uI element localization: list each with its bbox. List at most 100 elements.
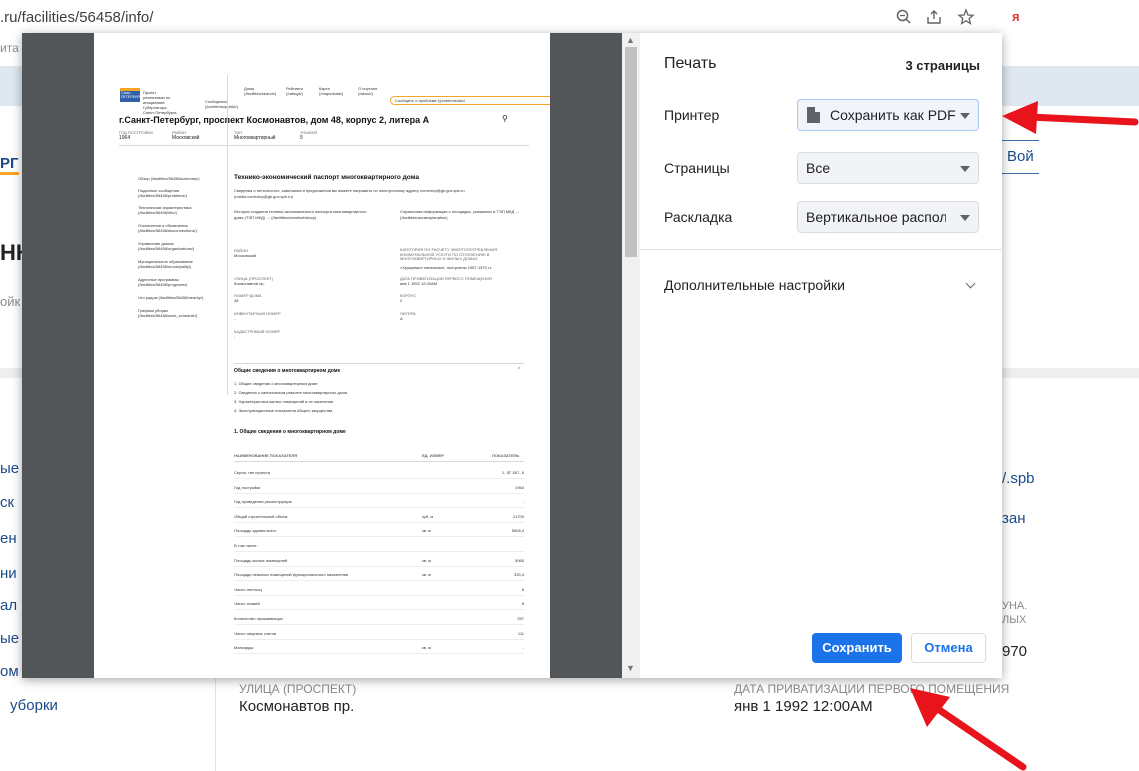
sidebar-link[interactable]: Поданные сообщения (/facilities/56458/pr… [138, 188, 224, 198]
table-cell-value: - [522, 499, 524, 505]
star-icon[interactable] [957, 8, 977, 28]
browser-toolbar: .ru/facilities/56458/info/ я [0, 0, 1139, 36]
table-row-divider [234, 492, 524, 494]
table-row-divider [234, 565, 524, 567]
sidebar-link[interactable]: Обзор (/facilities/56458/summary/) [138, 176, 224, 181]
settings-divider [640, 249, 1002, 250]
share-icon[interactable] [925, 8, 945, 28]
scroll-up-icon[interactable]: ▲ [626, 35, 635, 45]
table-row-divider [234, 580, 524, 582]
field-value: - [234, 334, 236, 339]
sidebar-link[interactable]: Адресные программы (/facilities/56458/pr… [138, 277, 224, 287]
table-cell-name: Год постройки [234, 484, 261, 490]
sidebar-link[interactable]: Техническая характеристика (/facilities/… [138, 205, 224, 215]
table-cell-unit: кв. м [422, 645, 431, 651]
address-bar[interactable]: .ru/facilities/56458/info/ [0, 9, 153, 26]
search-icon[interactable]: ⚲ [502, 114, 508, 123]
table-cell-name: Год проведения реконструкции [234, 499, 292, 505]
more-settings-toggle[interactable]: Дополнительные настройки [664, 277, 845, 293]
preview-scrollbar[interactable]: ▲ ▼ [622, 33, 640, 678]
table-row-divider [234, 536, 524, 538]
sidebar-link[interactable]: Управление домом (/facilities/56458/orga… [138, 241, 224, 251]
table-cell-value: 333,4 [513, 572, 524, 578]
table-cell-value: 111 [517, 630, 524, 636]
save-button[interactable]: Сохранить [812, 633, 902, 663]
field-value: - [234, 316, 236, 321]
table-cell-value: 1- ЛГ-507- 6 [501, 470, 524, 475]
area-link[interactable]: Справочная информация о площадях, указан… [400, 209, 520, 220]
pages-select[interactable]: Все [797, 152, 979, 184]
table-row-divider [234, 609, 524, 611]
nav-item[interactable]: О портале (/about/) [358, 86, 382, 96]
field-value: 2 [400, 298, 403, 303]
meta-value: Московский [172, 135, 200, 141]
scrollbar-thumb[interactable] [625, 47, 637, 257]
general-title: Общие сведения о многоквартирном доме [234, 368, 341, 374]
sidebar-link[interactable]: Отключения и объявления (/facilities/564… [138, 223, 224, 233]
layout-select[interactable]: Вертикальное расположение [797, 201, 979, 233]
nav-item[interactable]: Дома (/facilities/search/) [244, 86, 279, 96]
table-cell-unit: кв. м [422, 572, 431, 578]
layout-value: Вертикальное расположение [806, 209, 946, 225]
yandex-icon[interactable]: я [1012, 9, 1020, 24]
general-list-item[interactable]: 2. Сведения о капитальном ремонте многок… [234, 390, 347, 395]
collapse-icon[interactable]: ^ [518, 367, 520, 373]
report-problem-button[interactable]: Сообщить о проблеме (/problems/add [390, 96, 550, 105]
divider [119, 145, 529, 146]
general-list-item[interactable]: 4. Эксплуатационные показатели общего им… [234, 408, 332, 413]
table-cell-name: Количество проживающих [234, 616, 283, 621]
table-row-divider [234, 624, 524, 625]
red-arrow-save [910, 688, 1027, 771]
nav-item[interactable]: Рейтинги (/ratings/) [286, 86, 310, 96]
table-cell-name: В том числе: [234, 543, 258, 548]
zoom-icon[interactable] [895, 8, 915, 28]
print-title: Печать [664, 55, 717, 72]
field-value: А [400, 316, 403, 321]
table-cell-name: Площадь здания всего [234, 528, 277, 534]
pages-value: Все [806, 160, 831, 176]
table-cell-value: - [522, 645, 524, 651]
table-cell-name: Число этажей [234, 601, 260, 607]
chevron-down-icon [960, 166, 970, 172]
passport-note: Сведения о неточностях, замечания и пред… [234, 188, 465, 199]
table-row-divider [234, 551, 524, 552]
field-value: «Хрущевки» панельные, построены 1957-197… [400, 265, 493, 270]
table-header: ЕД. ИЗМЕР. [422, 453, 445, 458]
table-cell-value: 5065 [515, 557, 524, 563]
page-address-title: г.Санкт-Петербург, проспект Космонавтов,… [119, 115, 430, 125]
chevron-down-icon [960, 215, 970, 221]
table-cell-unit: кв. м [422, 557, 431, 563]
table-cell-name: Площадь жилых помещений [234, 557, 288, 563]
table-header: НАИМЕНОВАНИЕ ПОКАЗАТЕЛЯ [234, 453, 298, 458]
table-row-divider [234, 653, 524, 655]
sidebar-link[interactable]: Муниципальное образование (/facilities/5… [138, 259, 224, 269]
table-row-divider [234, 638, 524, 640]
cancel-button[interactable]: Отмена [911, 633, 986, 663]
nav-item[interactable]: Карта (/maps/stats/) [319, 86, 343, 96]
table-row-divider [234, 521, 524, 523]
general-list-item[interactable]: 3. Характеристика жилых помещений и их з… [234, 399, 333, 404]
chevron-down-icon[interactable] [965, 278, 976, 289]
history-link[interactable]: История создания технико-экономического … [234, 209, 374, 220]
red-arrow-printer [1002, 101, 1139, 134]
field-value: Космонавтов пр. [234, 281, 265, 286]
field-value: Московский [234, 253, 256, 258]
table-cell-name: Число лестниц [234, 586, 262, 592]
table-cell-value: 5906,4 [511, 528, 524, 534]
field-value: 48 [234, 298, 239, 303]
nav-item[interactable]: Сообщения (/problems/public/) [205, 99, 238, 109]
table-cell-name: Мансарды [234, 645, 254, 651]
table-cell-name: Серия, тип проекта [234, 470, 270, 475]
general-list-item[interactable]: 1. Общие сведения о многоквартирном доме [234, 381, 318, 386]
table-row-divider [234, 594, 524, 596]
scroll-down-icon[interactable]: ▼ [626, 663, 635, 673]
sidebar-link[interactable]: Графики уборки (/facilities/56458/work_s… [138, 308, 224, 318]
meta-value: Многоквартирный [234, 135, 276, 141]
sidebar-link[interactable]: Что рядом (/facilities/56458/nearby/) [138, 295, 224, 300]
page-count: 3 страницы [905, 58, 980, 73]
table-cell-value: 21700 [512, 513, 524, 519]
print-settings-panel: Печать 3 страницы Принтер Сохранить как … [640, 33, 1002, 678]
print-dialog: Санкт- ПЕТЕРБУРГ Проект реализован по ин… [22, 33, 1002, 678]
divider [234, 461, 524, 462]
printer-select[interactable]: Сохранить как PDF [797, 99, 979, 131]
